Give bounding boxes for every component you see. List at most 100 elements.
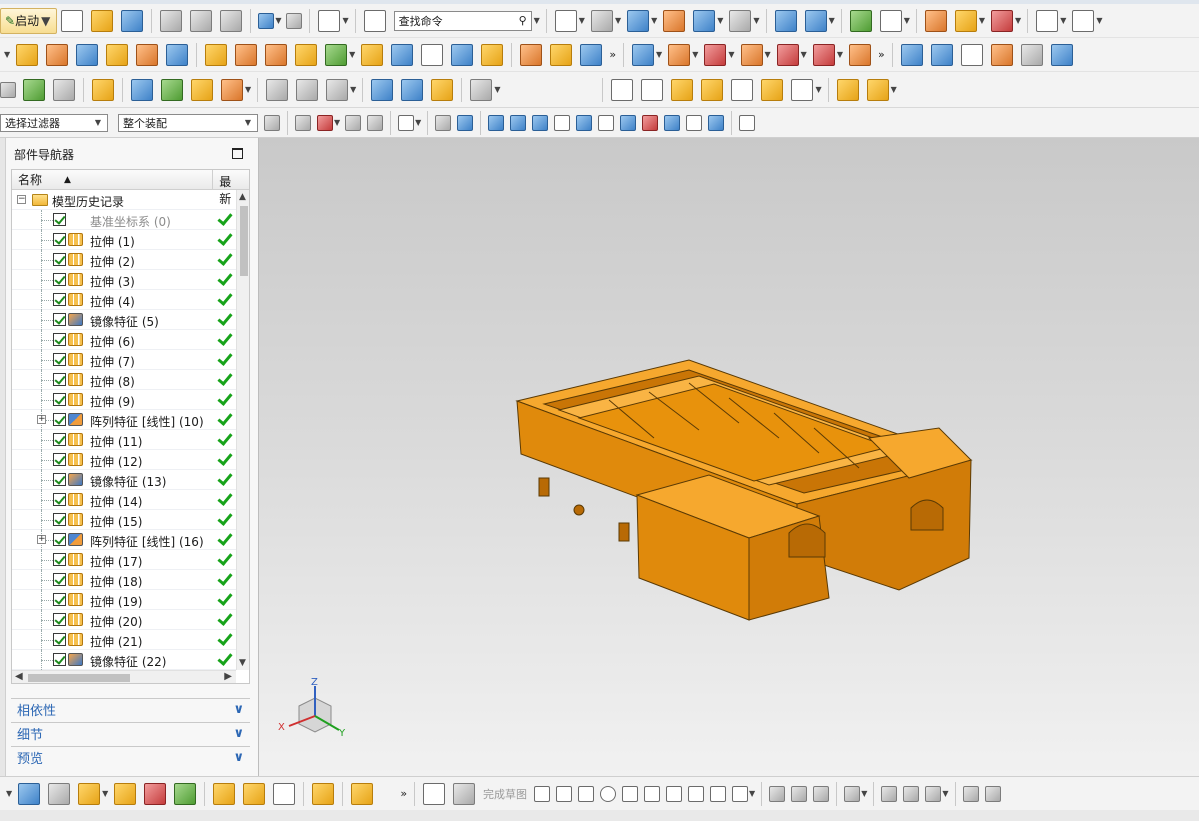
mirror-face-icon[interactable] xyxy=(812,43,835,66)
tree-feature-row[interactable]: 拉伸 (21) xyxy=(12,630,249,650)
expand-icon[interactable]: + xyxy=(37,535,46,544)
undo-icon[interactable] xyxy=(258,12,275,29)
quick-extend-icon[interactable] xyxy=(791,785,808,802)
tree-feature-row[interactable]: 镜像特征 (13) xyxy=(12,470,249,490)
open-folder-icon[interactable] xyxy=(91,9,114,32)
tolerance-icon[interactable] xyxy=(791,78,814,101)
through-curves-icon[interactable] xyxy=(930,43,953,66)
tree-feature-row[interactable]: + 阵列特征 [线性] (10) xyxy=(12,410,249,430)
chevron-down-icon[interactable]: ▼ xyxy=(1060,16,1066,25)
chevron-down-icon[interactable]: ▼ xyxy=(837,50,843,59)
visibility-checkbox[interactable] xyxy=(53,533,66,546)
chevron-down-icon[interactable]: ▼ xyxy=(651,16,657,25)
chevron-down-icon[interactable]: ▼ xyxy=(579,16,585,25)
chevron-down-icon[interactable]: ▼ xyxy=(6,789,12,798)
machine-bed-model[interactable] xyxy=(515,359,973,621)
fit-view-icon[interactable] xyxy=(554,9,577,32)
scroll-right-icon[interactable]: ▶ xyxy=(224,671,232,682)
layer-icon[interactable] xyxy=(849,9,872,32)
chamfer-icon[interactable] xyxy=(550,43,573,66)
draft-icon[interactable] xyxy=(580,43,603,66)
edge-blend-icon[interactable] xyxy=(520,43,543,66)
wcs-icon[interactable] xyxy=(879,9,902,32)
visibility-checkbox[interactable] xyxy=(53,553,66,566)
line-icon[interactable] xyxy=(556,785,573,802)
point-icon[interactable] xyxy=(710,785,727,802)
tree-feature-row[interactable]: 拉伸 (7) xyxy=(12,350,249,370)
chevron-down-icon[interactable]: ▼ xyxy=(801,50,807,59)
rapid-dimension-icon[interactable] xyxy=(881,785,898,802)
chevron-down-icon[interactable]: ▼ xyxy=(494,85,500,94)
more-tools-icon[interactable]: » xyxy=(609,48,616,61)
tree-feature-row[interactable]: 拉伸 (18) xyxy=(12,570,249,590)
tree-feature-row[interactable]: + 阵列特征 [线性] (16) xyxy=(12,530,249,550)
selection-scope-dropdown[interactable]: 整个装配 ▼ xyxy=(118,113,258,132)
new-file-icon[interactable] xyxy=(61,9,84,32)
table-icon[interactable] xyxy=(641,78,664,101)
note-icon[interactable] xyxy=(731,78,754,101)
resize-face-icon[interactable] xyxy=(848,43,871,66)
visibility-checkbox[interactable] xyxy=(53,633,66,646)
tree-feature-row[interactable]: 拉伸 (8) xyxy=(12,370,249,390)
pattern-face-icon[interactable] xyxy=(776,43,799,66)
mirror-assembly-icon[interactable] xyxy=(191,78,213,101)
sketch-settings-icon[interactable] xyxy=(984,785,1001,802)
analysis-icon[interactable] xyxy=(954,9,977,32)
chevron-down-icon[interactable]: ▼ xyxy=(534,16,540,25)
window-icon[interactable] xyxy=(318,9,341,32)
polygon-icon[interactable] xyxy=(732,785,749,802)
chevron-down-icon[interactable]: ▼ xyxy=(815,85,821,94)
tree-feature-row[interactable]: 拉伸 (1) xyxy=(12,230,249,250)
motion-icon[interactable] xyxy=(991,9,1014,32)
studio-surface-icon[interactable] xyxy=(960,43,983,66)
move-component-icon[interactable] xyxy=(774,9,797,32)
tree-root-model-history[interactable]: − 模型历史记录 xyxy=(12,190,249,210)
panel-dependencies[interactable]: 相依性 ∨ xyxy=(11,698,250,720)
save-icon[interactable] xyxy=(121,9,144,32)
edit-section-icon[interactable] xyxy=(663,9,686,32)
visibility-checkbox[interactable] xyxy=(53,493,66,506)
paste-icon[interactable] xyxy=(220,9,243,32)
pmi-icon[interactable] xyxy=(92,78,114,101)
chevron-down-icon[interactable]: ▼ xyxy=(829,16,835,25)
copy-icon[interactable] xyxy=(190,9,213,32)
show-constraints-icon[interactable] xyxy=(962,785,979,802)
scroll-left-icon[interactable]: ◀ xyxy=(15,671,23,682)
scroll-thumb[interactable] xyxy=(240,206,248,276)
visibility-checkbox[interactable] xyxy=(53,313,66,326)
visibility-checkbox[interactable] xyxy=(53,593,66,606)
clip-icon[interactable] xyxy=(351,782,374,805)
rectangle-select-icon[interactable] xyxy=(398,114,415,131)
select-edge-icon[interactable] xyxy=(367,114,384,131)
tree-feature-row[interactable]: 拉伸 (6) xyxy=(12,330,249,350)
pad-icon[interactable] xyxy=(295,43,318,66)
tree-feature-row[interactable]: 拉伸 (17) xyxy=(12,550,249,570)
snap-center-icon[interactable] xyxy=(620,114,637,131)
chevron-down-icon[interactable]: ▼ xyxy=(334,118,340,127)
quick-trim-icon[interactable] xyxy=(769,785,786,802)
tree-vertical-scrollbar[interactable]: ▲ ▼ xyxy=(236,190,249,670)
visibility-checkbox[interactable] xyxy=(53,353,66,366)
make-corner-icon[interactable] xyxy=(813,785,830,802)
chevron-down-icon[interactable]: ▼ xyxy=(1096,16,1102,25)
offset-face-icon[interactable] xyxy=(668,43,691,66)
chevron-down-icon[interactable]: ▼ xyxy=(615,16,621,25)
chevron-down-icon[interactable]: ▼ xyxy=(349,50,355,59)
tree-feature-row[interactable]: 拉伸 (14) xyxy=(12,490,249,510)
chevron-down-icon[interactable]: ▼ xyxy=(979,16,985,25)
offset-surface-icon[interactable] xyxy=(1050,43,1073,66)
chevron-down-icon[interactable]: ▼ xyxy=(1015,16,1021,25)
chevron-down-icon[interactable]: ▼ xyxy=(245,85,251,94)
measure-distance-icon[interactable] xyxy=(1036,9,1059,32)
chevron-down-icon[interactable]: ▼ xyxy=(692,50,698,59)
select-feature-icon[interactable] xyxy=(295,114,311,131)
triangle-icon[interactable] xyxy=(611,78,634,101)
background-icon[interactable] xyxy=(729,9,752,32)
select-face-icon[interactable] xyxy=(345,114,362,131)
gear-icon[interactable] xyxy=(431,78,454,101)
panel-preview[interactable]: 预览 ∨ xyxy=(11,746,250,768)
view-triad[interactable]: Z X Y xyxy=(278,677,346,739)
visibility-checkbox[interactable] xyxy=(53,433,66,446)
snap-icon[interactable] xyxy=(924,9,947,32)
visibility-checkbox[interactable] xyxy=(53,233,66,246)
